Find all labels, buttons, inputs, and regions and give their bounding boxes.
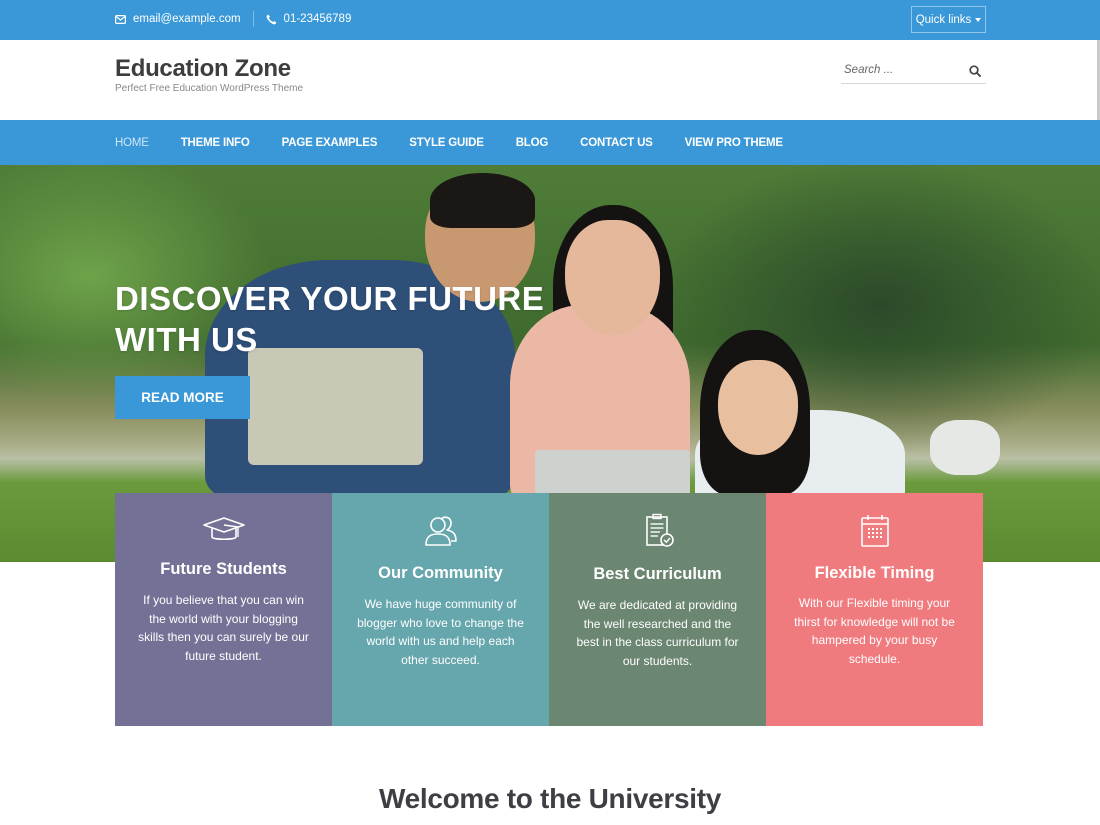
feature-text: We are dedicated at providing the well r… xyxy=(576,598,739,668)
contact-info: email@example.com 01-23456789 xyxy=(115,0,351,38)
nav-item-style-guide[interactable]: STYLE GUIDE xyxy=(409,137,484,149)
hero-title: DISCOVER YOUR FUTURE WITH US xyxy=(115,278,544,360)
student-figure xyxy=(430,173,535,228)
site-header: Education Zone Perfect Free Education Wo… xyxy=(0,40,1100,120)
nav-item-page-examples[interactable]: PAGE EXAMPLES xyxy=(282,137,378,149)
feature-text: If you believe that you can win the worl… xyxy=(138,593,309,663)
student-figure xyxy=(718,360,798,455)
search-input[interactable] xyxy=(844,61,964,79)
clipboard-check-icon xyxy=(645,513,674,547)
feature-flexible-timing: Flexible Timing With our Flexible timing… xyxy=(766,493,983,726)
email-link[interactable]: email@example.com xyxy=(115,13,241,25)
quick-links-dropdown[interactable]: Quick links xyxy=(911,6,986,33)
nav-item-theme-info[interactable]: THEME INFO xyxy=(181,137,250,149)
email-text: email@example.com xyxy=(133,13,241,25)
hero-title-line1: DISCOVER YOUR FUTURE xyxy=(115,280,545,317)
feature-title: Future Students xyxy=(160,560,287,578)
phone-link[interactable]: 01-23456789 xyxy=(266,13,352,25)
calendar-icon xyxy=(860,515,889,547)
feature-title: Best Curriculum xyxy=(593,565,722,583)
features-section: Future Students If you believe that you … xyxy=(115,493,983,726)
chevron-down-icon xyxy=(975,18,982,22)
contact-divider xyxy=(252,11,254,27)
site-title[interactable]: Education Zone xyxy=(115,55,291,83)
feature-title: Our Community xyxy=(378,564,503,582)
feature-title: Flexible Timing xyxy=(814,564,935,582)
hero-title-line2: WITH US xyxy=(115,321,258,358)
student-figure xyxy=(565,220,660,335)
feature-text: We have huge community of blogger who lo… xyxy=(357,597,524,667)
site-tagline: Perfect Free Education WordPress Theme xyxy=(115,83,304,94)
top-bar: email@example.com 01-23456789 Quick link… xyxy=(0,0,1100,40)
graduation-cap-icon xyxy=(202,517,245,541)
search-icon xyxy=(969,65,981,77)
phone-icon xyxy=(266,14,276,24)
nav-item-home[interactable]: HOME xyxy=(115,137,149,149)
laptop-figure xyxy=(248,348,423,465)
shoe-figure xyxy=(930,420,1000,475)
phone-text: 01-23456789 xyxy=(283,13,352,25)
read-more-button[interactable]: READ MORE xyxy=(115,376,250,419)
feature-our-community: Our Community We have huge community of … xyxy=(332,493,549,726)
users-icon xyxy=(424,516,457,546)
feature-text: With our Flexible timing your thirst for… xyxy=(794,596,955,666)
nav-item-blog[interactable]: BLOG xyxy=(516,137,549,149)
nav-item-contact-us[interactable]: CONTACT US xyxy=(580,137,653,149)
main-navigation: HOME THEME INFO PAGE EXAMPLES STYLE GUID… xyxy=(0,120,1100,165)
envelope-icon xyxy=(115,14,126,24)
quick-links-label: Quick links xyxy=(915,13,972,26)
feature-future-students: Future Students If you believe that you … xyxy=(115,493,332,726)
search-button[interactable] xyxy=(969,64,983,78)
search-form xyxy=(841,58,986,84)
feature-best-curriculum: Best Curriculum We are dedicated at prov… xyxy=(549,493,766,726)
welcome-heading: Welcome to the University xyxy=(378,783,722,814)
nav-item-view-pro-theme[interactable]: VIEW PRO THEME xyxy=(685,137,783,149)
